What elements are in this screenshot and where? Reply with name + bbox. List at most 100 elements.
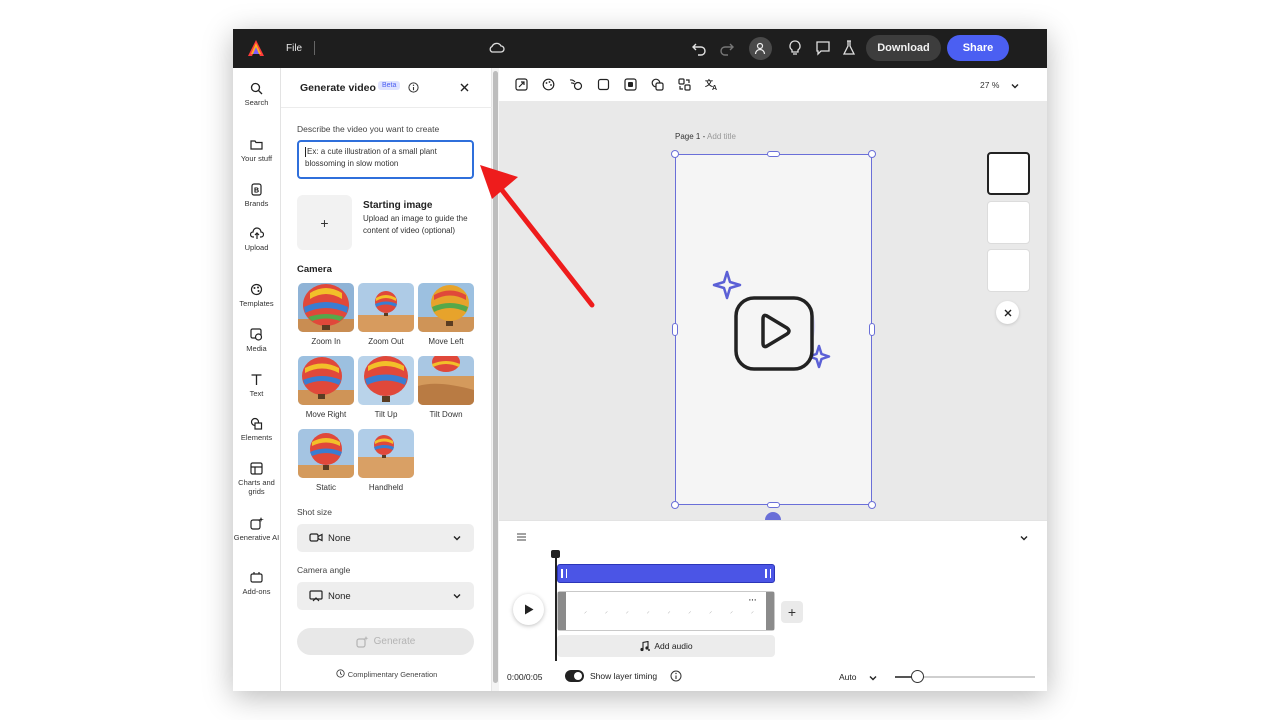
svg-text:B: B bbox=[254, 188, 259, 195]
camera-option-move-right[interactable]: Move Right bbox=[298, 356, 354, 419]
info-icon[interactable] bbox=[408, 82, 419, 93]
rail-item-add-ons[interactable]: Add-ons bbox=[233, 571, 280, 596]
page-track-clip[interactable]: ⸝ ⸝ ⸝ ⸝ ⸝ ⸝ ⸝ ⸝ ⸝ ··· bbox=[557, 591, 775, 631]
resize-handle[interactable] bbox=[671, 150, 679, 158]
resize-handle[interactable] bbox=[767, 151, 780, 157]
lightbulb-icon[interactable] bbox=[788, 40, 802, 56]
media-icon bbox=[250, 328, 263, 341]
add-page-button[interactable]: + bbox=[781, 601, 803, 623]
download-button[interactable]: Download bbox=[866, 35, 941, 61]
flask-icon[interactable] bbox=[842, 40, 856, 56]
artboard-page[interactable] bbox=[675, 154, 872, 505]
playhead[interactable] bbox=[555, 553, 557, 661]
info-icon[interactable] bbox=[670, 670, 682, 682]
comment-icon[interactable] bbox=[815, 40, 831, 56]
rail-item-search[interactable]: Search bbox=[233, 82, 280, 107]
close-icon[interactable] bbox=[459, 82, 470, 93]
resize-icon[interactable] bbox=[515, 78, 528, 91]
trim-handle-left[interactable] bbox=[558, 592, 566, 630]
redo-icon[interactable] bbox=[719, 40, 735, 56]
camera-option-tilt-up[interactable]: Tilt Up bbox=[358, 356, 414, 419]
chevron-down-icon[interactable] bbox=[868, 673, 878, 683]
resize-handle[interactable] bbox=[672, 323, 678, 336]
timeline-zoom-auto[interactable]: Auto bbox=[839, 672, 857, 682]
camera-option-handheld[interactable]: Handheld bbox=[358, 429, 414, 492]
rail-label: Brands bbox=[244, 199, 269, 208]
resize-handle[interactable] bbox=[868, 501, 876, 509]
camera-angle-icon bbox=[309, 590, 323, 602]
camera-option-label: Handheld bbox=[368, 483, 404, 492]
rail-label: Templates bbox=[239, 299, 274, 308]
show-layer-timing-toggle[interactable] bbox=[565, 670, 584, 682]
adobe-express-logo[interactable] bbox=[247, 39, 265, 57]
resize-handle[interactable] bbox=[767, 502, 780, 508]
divider bbox=[314, 41, 315, 55]
resize-handle[interactable] bbox=[868, 150, 876, 158]
animation-icon[interactable] bbox=[569, 78, 583, 91]
layers-icon[interactable] bbox=[651, 78, 664, 91]
timeline-drag-handle-icon[interactable] bbox=[516, 533, 527, 541]
camera-option-move-left[interactable]: Move Left bbox=[418, 283, 474, 346]
camera-option-static[interactable]: Static bbox=[298, 429, 354, 492]
camera-option-zoom-out[interactable]: Zoom Out bbox=[358, 283, 414, 346]
plus-icon: + bbox=[320, 214, 329, 231]
page-thumbnail-3[interactable] bbox=[987, 249, 1030, 292]
palette-icon[interactable] bbox=[542, 78, 555, 91]
page-thumbnail-1[interactable] bbox=[987, 152, 1030, 195]
rail-item-media[interactable]: Media bbox=[233, 328, 280, 353]
rail-item-text[interactable]: Text bbox=[233, 373, 280, 398]
complimentary-label: Complimentary Generation bbox=[347, 670, 438, 679]
timer-icon bbox=[336, 669, 345, 678]
swap-icon[interactable] bbox=[678, 78, 691, 91]
chevron-down-icon bbox=[453, 594, 461, 599]
shot-size-select[interactable]: None bbox=[297, 524, 474, 552]
rail-item-generative-ai[interactable]: Generative AI bbox=[233, 517, 280, 542]
generate-button[interactable]: Generate bbox=[297, 628, 474, 655]
undo-icon[interactable] bbox=[691, 40, 707, 56]
frame-icon[interactable] bbox=[624, 78, 637, 91]
timeline-zoom-slider-knob[interactable] bbox=[911, 670, 924, 683]
chevron-down-icon[interactable] bbox=[1010, 81, 1020, 91]
rail-label: Generative AI bbox=[233, 533, 280, 542]
prompt-input[interactable]: Ex: a cute illustration of a small plant… bbox=[297, 140, 474, 179]
camera-option-label: Move Left bbox=[428, 337, 464, 346]
file-menu[interactable]: File bbox=[286, 43, 302, 54]
panel-header: Generate video Beta bbox=[281, 68, 492, 108]
camera-option-tilt-down[interactable]: Tilt Down bbox=[418, 356, 474, 419]
trim-handle-left[interactable] bbox=[561, 569, 567, 578]
page-thumbnail-2[interactable] bbox=[987, 201, 1030, 244]
close-pages-button[interactable] bbox=[996, 301, 1019, 324]
trim-handle-right[interactable] bbox=[766, 592, 774, 630]
resize-handle[interactable] bbox=[671, 501, 679, 509]
camera-option-label: Tilt Up bbox=[374, 410, 398, 419]
text-caret bbox=[305, 146, 306, 157]
translate-icon[interactable]: 文A bbox=[705, 78, 719, 91]
rail-item-upload[interactable]: Upload bbox=[233, 227, 280, 252]
rail-item-charts-and-grids[interactable]: Charts and grids bbox=[233, 462, 280, 496]
add-title-input[interactable]: Add title bbox=[707, 132, 736, 141]
templates-icon bbox=[250, 283, 263, 296]
panel-title: Generate video bbox=[300, 82, 376, 94]
chevron-down-icon[interactable] bbox=[1019, 533, 1029, 543]
shape-icon[interactable] bbox=[597, 78, 610, 91]
trim-handle-right[interactable] bbox=[765, 569, 771, 578]
play-button[interactable] bbox=[513, 594, 544, 625]
camera-angle-select[interactable]: None bbox=[297, 582, 474, 610]
rail-item-templates[interactable]: Templates bbox=[233, 283, 280, 308]
rail-item-elements[interactable]: Elements bbox=[233, 417, 280, 442]
resize-handle[interactable] bbox=[869, 323, 875, 336]
show-layer-timing-label: Show layer timing bbox=[590, 671, 658, 681]
rail-item-brands[interactable]: B Brands bbox=[233, 183, 280, 208]
more-options-icon[interactable]: ··· bbox=[748, 594, 757, 606]
add-audio-button[interactable]: Add audio bbox=[557, 635, 775, 657]
video-track-clip[interactable] bbox=[557, 564, 775, 583]
camera-option-zoom-in[interactable]: Zoom In bbox=[298, 283, 354, 346]
cloud-icon[interactable] bbox=[488, 40, 505, 54]
invite-user-button[interactable] bbox=[749, 37, 772, 60]
zoom-level[interactable]: 27 % bbox=[980, 80, 999, 90]
music-note-icon bbox=[640, 640, 651, 651]
rail-item-your-stuff[interactable]: Your stuff bbox=[233, 138, 280, 163]
add-starting-image-button[interactable]: + bbox=[297, 195, 352, 250]
balloon-thumbnail bbox=[418, 356, 474, 405]
share-button[interactable]: Share bbox=[947, 35, 1009, 61]
